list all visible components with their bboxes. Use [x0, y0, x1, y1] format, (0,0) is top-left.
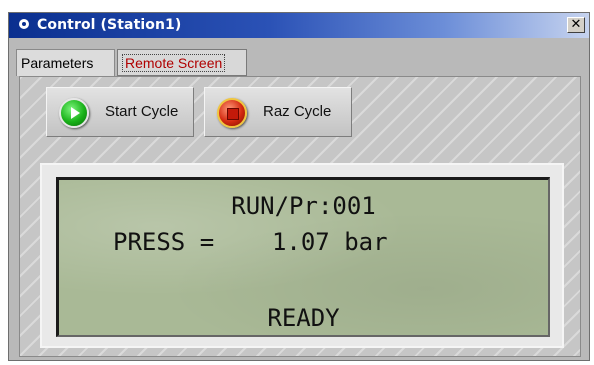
tab-strip: Parameters Remote Screen	[14, 49, 584, 79]
remote-screen-panel: Start Cycle Raz Cycle RUN/Pr:001 PRESS =…	[19, 76, 581, 357]
window-icon	[19, 19, 29, 29]
control-window: Control (Station1) ✕ Parameters Remote S…	[8, 12, 590, 361]
close-icon: ✕	[570, 17, 582, 32]
lcd-line-ready: READY	[267, 304, 340, 332]
stop-icon	[217, 98, 247, 128]
lcd-line-status: RUN/Pr:001	[231, 192, 376, 220]
tab-remote-screen[interactable]: Remote Screen	[117, 49, 247, 76]
window-title: Control (Station1)	[37, 17, 182, 33]
lcd-display: RUN/Pr:001 PRESS = 1.07 bar READY	[56, 177, 550, 337]
play-icon	[59, 98, 89, 128]
tab-parameters-label: Parameters	[21, 55, 94, 71]
close-button[interactable]: ✕	[567, 17, 585, 33]
lcd-line-pressure: PRESS = 1.07 bar	[113, 228, 388, 256]
title-bar[interactable]: Control (Station1) ✕	[9, 13, 589, 38]
raz-cycle-button[interactable]: Raz Cycle	[204, 87, 352, 137]
start-cycle-button[interactable]: Start Cycle	[46, 87, 194, 137]
lcd-frame: RUN/Pr:001 PRESS = 1.07 bar READY	[40, 163, 564, 348]
tab-parameters[interactable]: Parameters	[16, 49, 115, 76]
start-cycle-label: Start Cycle	[105, 103, 179, 120]
raz-cycle-label: Raz Cycle	[263, 103, 332, 120]
tab-remote-screen-label: Remote Screen	[122, 54, 226, 72]
